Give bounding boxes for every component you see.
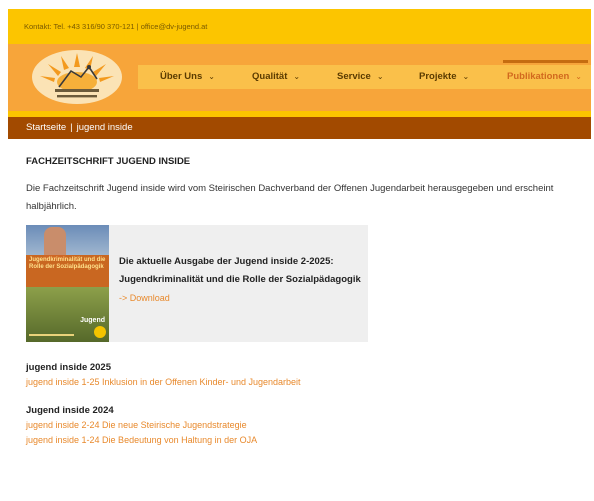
issue-link[interactable]: jugend inside 1-25 Inklusion in der Offe…	[26, 375, 586, 390]
issue-info: Die aktuelle Ausgabe der Jugend inside 2…	[119, 253, 364, 307]
nav-item-qualitaet[interactable]: Qualität ⌄	[252, 65, 300, 89]
nav-label: Service	[337, 71, 371, 82]
site-logo[interactable]	[31, 49, 123, 105]
nav-item-projekte[interactable]: Projekte ⌄	[419, 65, 469, 89]
chevron-down-icon: ⌄	[575, 72, 582, 81]
chevron-down-icon: ⌄	[208, 72, 215, 81]
cover-badge-icon	[94, 326, 106, 338]
current-issue-box: Jugendkriminalität und die Rolle der Soz…	[26, 225, 368, 342]
issue-link[interactable]: jugend inside 2-24 Die neue Steirische J…	[26, 418, 586, 433]
sun-logo-icon	[32, 50, 122, 104]
breadcrumb-separator: |	[70, 122, 73, 133]
cover-footer-line	[29, 334, 74, 336]
cover-sky	[26, 225, 109, 255]
page: Kontakt: Tel. +43 316/90 370-121 | offic…	[0, 0, 594, 501]
section-title: jugend inside 2025	[26, 362, 111, 373]
nav-label: Über Uns	[160, 71, 203, 82]
chevron-down-icon: ⌄	[462, 72, 470, 81]
nav-label: Qualität	[252, 71, 288, 82]
nav-item-publikationen[interactable]: Publikationen ⌄	[503, 60, 588, 89]
chevron-down-icon: ⌄	[293, 72, 301, 81]
nav-label: Publikationen	[507, 71, 570, 82]
issue-title-line2: Jugendkriminalität und die Rolle der Soz…	[119, 274, 361, 285]
main-nav: Über Uns ⌄ Qualität ⌄ Service ⌄ Projekte ⌄ P…	[138, 60, 591, 89]
chevron-down-icon: ⌄	[376, 72, 384, 81]
page-title: FACHZEITSCHRIFT JUGEND INSIDE	[26, 156, 191, 167]
contact-bar: Kontakt: Tel. +43 316/90 370-121 | offic…	[8, 9, 591, 44]
breadcrumb-home-link[interactable]: Startseite	[26, 122, 66, 133]
header: Über Uns ⌄ Qualität ⌄ Service ⌄ Projekte ⌄ P…	[8, 44, 591, 111]
breadcrumb: Startseite | jugend inside	[8, 117, 591, 139]
issue-title-line1: Die aktuelle Ausgabe der Jugend inside 2…	[119, 256, 334, 267]
contact-info[interactable]: Kontakt: Tel. +43 316/90 370-121 | offic…	[24, 22, 207, 31]
breadcrumb-trail: Startseite | jugend inside	[26, 122, 133, 133]
section-2025: jugend inside 2025 jugend inside 1-25 In…	[26, 361, 586, 390]
issue-cover-image[interactable]: Jugendkriminalität und die Rolle der Soz…	[26, 225, 109, 342]
nav-item-service[interactable]: Service ⌄	[337, 65, 384, 89]
section-title: Jugend inside 2024	[26, 405, 114, 416]
nav-item-ueber-uns[interactable]: Über Uns ⌄	[160, 65, 215, 89]
nav-label: Projekte	[419, 71, 457, 82]
intro-text: Die Fachzeitschrift Jugend inside wird v…	[26, 183, 554, 212]
section-2024: Jugend inside 2024 jugend inside 2-24 Di…	[26, 404, 586, 448]
cover-title: Jugendkriminalität und die Rolle der Soz…	[29, 257, 106, 270]
issue-link[interactable]: jugend inside 1-24 Die Bedeutung von Hal…	[26, 433, 586, 448]
breadcrumb-current: jugend inside	[76, 122, 133, 133]
cover-magazine-name: Jugend	[80, 317, 105, 324]
download-link[interactable]: -> Download	[119, 289, 364, 307]
